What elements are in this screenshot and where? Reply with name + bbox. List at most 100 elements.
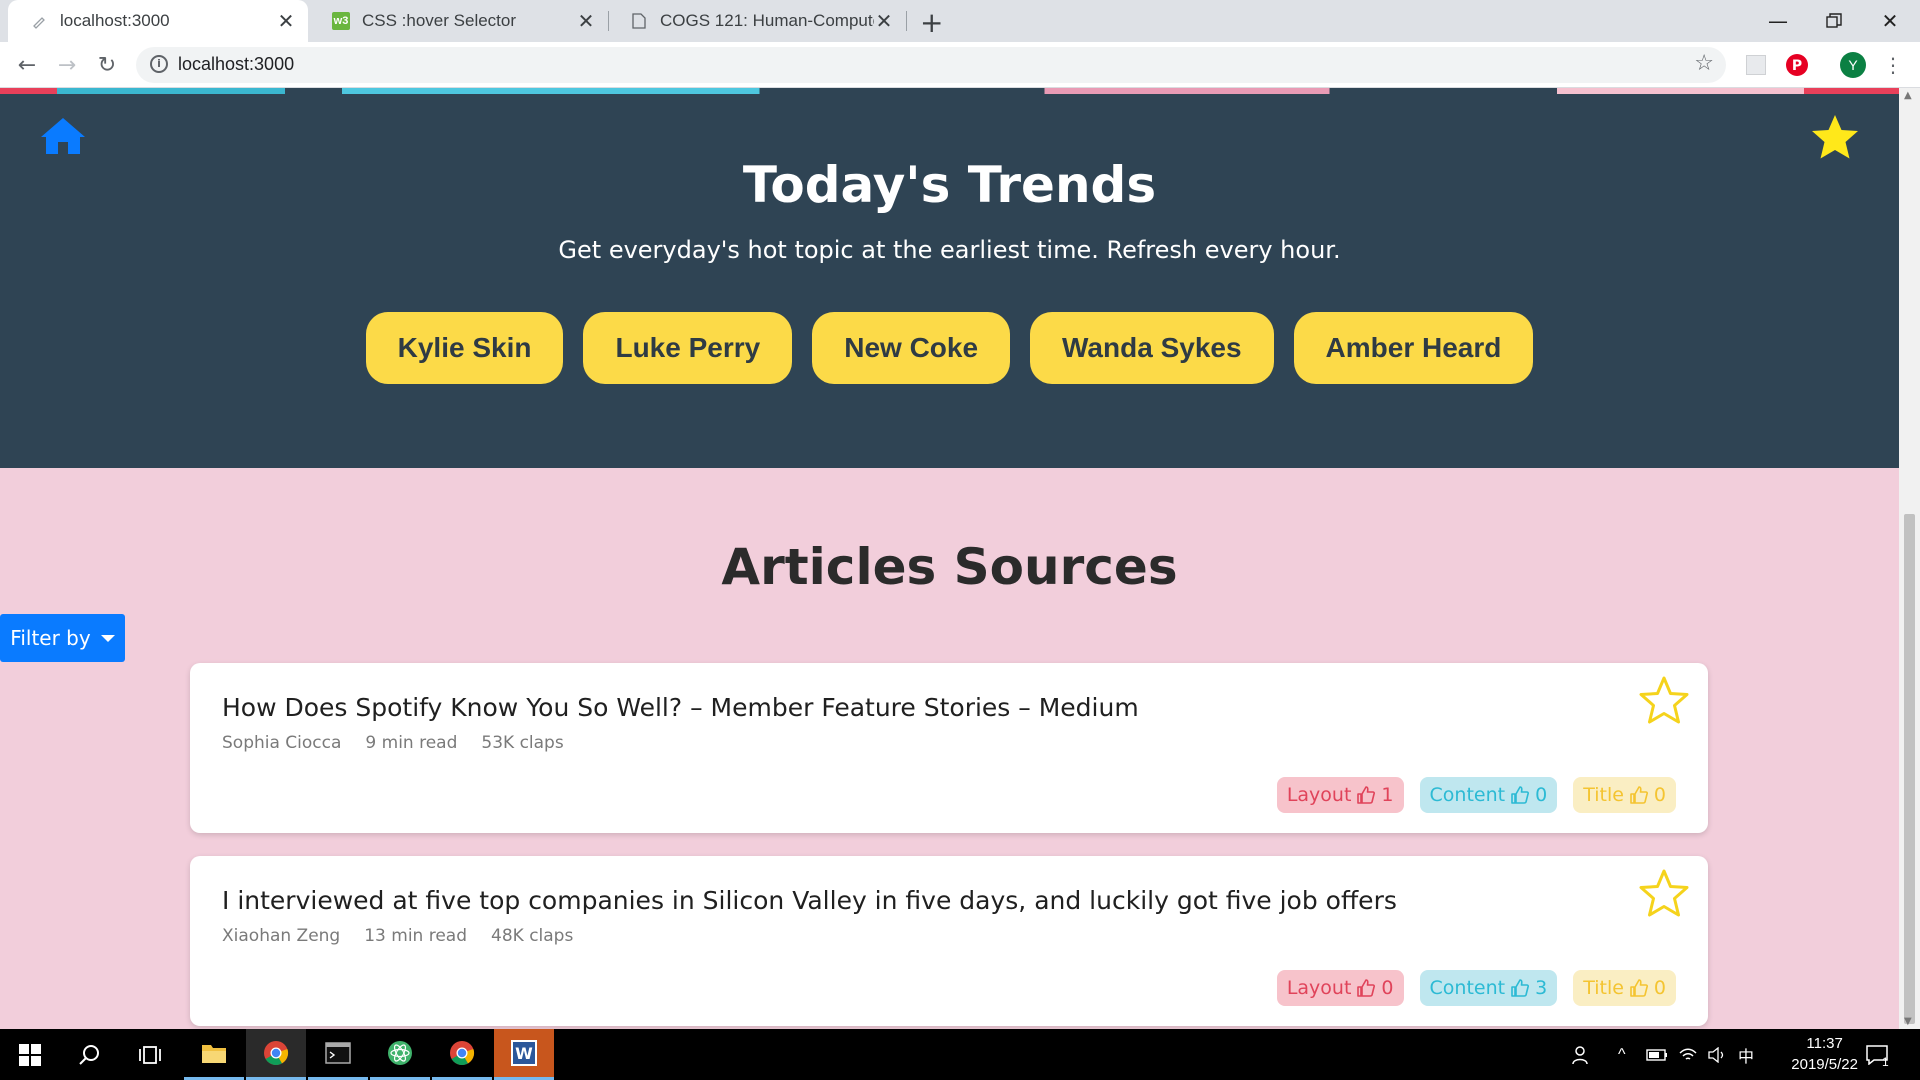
star-outline-icon[interactable]	[1638, 675, 1690, 725]
new-tab-icon[interactable]: +	[920, 6, 943, 39]
clock-time: 11:37	[1806, 1035, 1843, 1052]
url-text[interactable]: localhost:3000	[178, 54, 294, 75]
badge-label: Layout	[1286, 784, 1352, 806]
thumbs-up-icon	[1357, 979, 1376, 997]
content-vote-button[interactable]: Content 0	[1419, 777, 1558, 813]
close-tab-icon[interactable]: ✕	[276, 9, 296, 34]
w3schools-icon: w3	[332, 12, 350, 30]
title-vote-button[interactable]: Title 0	[1573, 970, 1676, 1006]
clock[interactable]: 11:37 2019/5/22	[1791, 1033, 1858, 1075]
article-title[interactable]: I interviewed at five top companies in S…	[222, 886, 1397, 915]
tray-chevron-icon[interactable]: ^	[1618, 1029, 1626, 1080]
file-explorer-icon[interactable]	[184, 1029, 244, 1080]
section-title: Articles Sources	[721, 538, 1178, 596]
page-subtitle: Get everyday's hot topic at the earliest…	[558, 236, 1341, 264]
badge-count: 1	[1381, 784, 1394, 806]
browser-tab-strip: localhost:3000 ✕ w3 CSS :hover Selector …	[0, 0, 1920, 42]
menu-kebab-icon[interactable]: ⋮	[1880, 52, 1906, 78]
wifi-icon[interactable]	[1678, 1029, 1698, 1080]
scrollbar-thumb[interactable]	[1904, 514, 1915, 1024]
badge-label: Layout	[1286, 977, 1352, 999]
battery-icon[interactable]	[1646, 1029, 1668, 1080]
trends-hero: Today's Trends Get everyday's hot topic …	[0, 94, 1899, 468]
close-window-icon[interactable]: ✕	[1862, 0, 1918, 42]
article-claps: 48K claps	[491, 926, 574, 946]
tab-separator	[906, 11, 907, 31]
svg-text:P: P	[1792, 58, 1802, 74]
close-tab-icon[interactable]: ✕	[874, 9, 894, 34]
tab-css-hover[interactable]: w3 CSS :hover Selector ✕	[310, 0, 608, 42]
article-card[interactable]: How Does Spotify Know You So Well? – Mem…	[190, 663, 1708, 833]
badge-count: 0	[1653, 977, 1666, 999]
thumbs-up-icon	[1511, 979, 1530, 997]
content-vote-button[interactable]: Content 3	[1419, 970, 1558, 1006]
badge-count: 0	[1653, 784, 1666, 806]
trend-buttons: Kylie Skin Luke Perry New Coke Wanda Syk…	[0, 312, 1899, 384]
layout-vote-button[interactable]: Layout 1	[1276, 777, 1404, 813]
notification-count: 1	[1882, 1054, 1889, 1069]
tab-cogs121[interactable]: COGS 121: Human-Computer ✕	[608, 0, 906, 42]
word-icon[interactable]: W	[494, 1029, 554, 1080]
scroll-down-icon[interactable]: ▼	[1904, 1016, 1912, 1027]
article-card[interactable]: I interviewed at five top companies in S…	[190, 856, 1708, 1026]
article-read-time: 9 min read	[365, 733, 458, 753]
terminal-icon[interactable]	[308, 1029, 368, 1080]
search-icon[interactable]	[60, 1029, 120, 1080]
tab-title: COGS 121: Human-Computer	[660, 11, 874, 30]
article-read-time: 13 min read	[364, 926, 468, 946]
badge-label: Content	[1429, 977, 1506, 999]
profile-avatar[interactable]: Y	[1840, 52, 1866, 78]
close-tab-icon[interactable]: ✕	[576, 9, 596, 34]
trend-button[interactable]: Amber Heard	[1293, 312, 1534, 384]
thumbs-up-icon	[1630, 786, 1648, 804]
trend-button[interactable]: Kylie Skin	[365, 312, 564, 384]
minimize-icon[interactable]: —	[1750, 0, 1806, 42]
tab-title: localhost:3000	[60, 11, 170, 30]
page-viewport: Today's Trends Get everyday's hot topic …	[0, 88, 1899, 1029]
page-icon	[30, 12, 48, 30]
page-scrollbar[interactable]: ▲ ▼	[1899, 88, 1920, 1029]
vote-badges: Layout 1 Content 0 Title 0	[1276, 777, 1676, 813]
article-meta: Xiaohan Zeng 13 min read 48K claps	[222, 926, 573, 946]
tab-localhost[interactable]: localhost:3000 ✕	[8, 0, 308, 42]
svg-text:W: W	[515, 1044, 533, 1063]
trend-button[interactable]: New Coke	[812, 312, 1011, 384]
badge-label: Title	[1583, 977, 1624, 999]
extension-icon[interactable]	[1743, 52, 1769, 78]
forward-icon[interactable]: →	[52, 50, 82, 80]
star-outline-icon[interactable]	[1638, 868, 1690, 918]
tab-title: CSS :hover Selector	[362, 11, 517, 30]
windows-start-icon[interactable]	[0, 1029, 60, 1080]
layout-vote-button[interactable]: Layout 0	[1276, 970, 1404, 1006]
address-toolbar: ← → ↻ i localhost:3000 ☆ P Y ⋮	[0, 42, 1920, 88]
ime-indicator[interactable]: 中	[1738, 1029, 1754, 1080]
windows-taskbar: W ^ 中 11:37 2019/5/22 1	[0, 1029, 1920, 1080]
article-title[interactable]: How Does Spotify Know You So Well? – Mem…	[222, 693, 1139, 722]
bookmark-star-icon[interactable]: ☆	[1694, 51, 1714, 76]
star-icon[interactable]	[1811, 114, 1859, 160]
home-icon[interactable]	[40, 116, 86, 156]
thumbs-up-icon	[1357, 786, 1376, 804]
filter-dropdown-button[interactable]: Filter by	[0, 614, 125, 662]
scroll-up-icon[interactable]: ▲	[1904, 90, 1912, 101]
trend-button[interactable]: Luke Perry	[583, 312, 793, 384]
badge-label: Content	[1429, 784, 1506, 806]
trend-button[interactable]: Wanda Sykes	[1030, 312, 1274, 384]
badge-count: 0	[1535, 784, 1548, 806]
action-center-icon[interactable]: 1	[1866, 1029, 1889, 1080]
pinterest-icon[interactable]: P	[1784, 52, 1810, 78]
info-icon[interactable]: i	[150, 55, 168, 73]
chrome-icon[interactable]	[432, 1029, 492, 1080]
thumbs-up-icon	[1630, 979, 1648, 997]
clock-date: 2019/5/22	[1791, 1056, 1858, 1073]
restore-icon[interactable]	[1806, 0, 1862, 42]
chrome-icon[interactable]	[246, 1029, 306, 1080]
address-bar[interactable]: i localhost:3000 ☆	[136, 47, 1726, 83]
volume-icon[interactable]	[1708, 1029, 1726, 1080]
reload-icon[interactable]: ↻	[92, 50, 122, 80]
atom-icon[interactable]	[370, 1029, 430, 1080]
people-icon[interactable]	[1572, 1029, 1592, 1080]
back-icon[interactable]: ←	[12, 50, 42, 80]
task-view-icon[interactable]	[120, 1029, 180, 1080]
title-vote-button[interactable]: Title 0	[1573, 777, 1676, 813]
